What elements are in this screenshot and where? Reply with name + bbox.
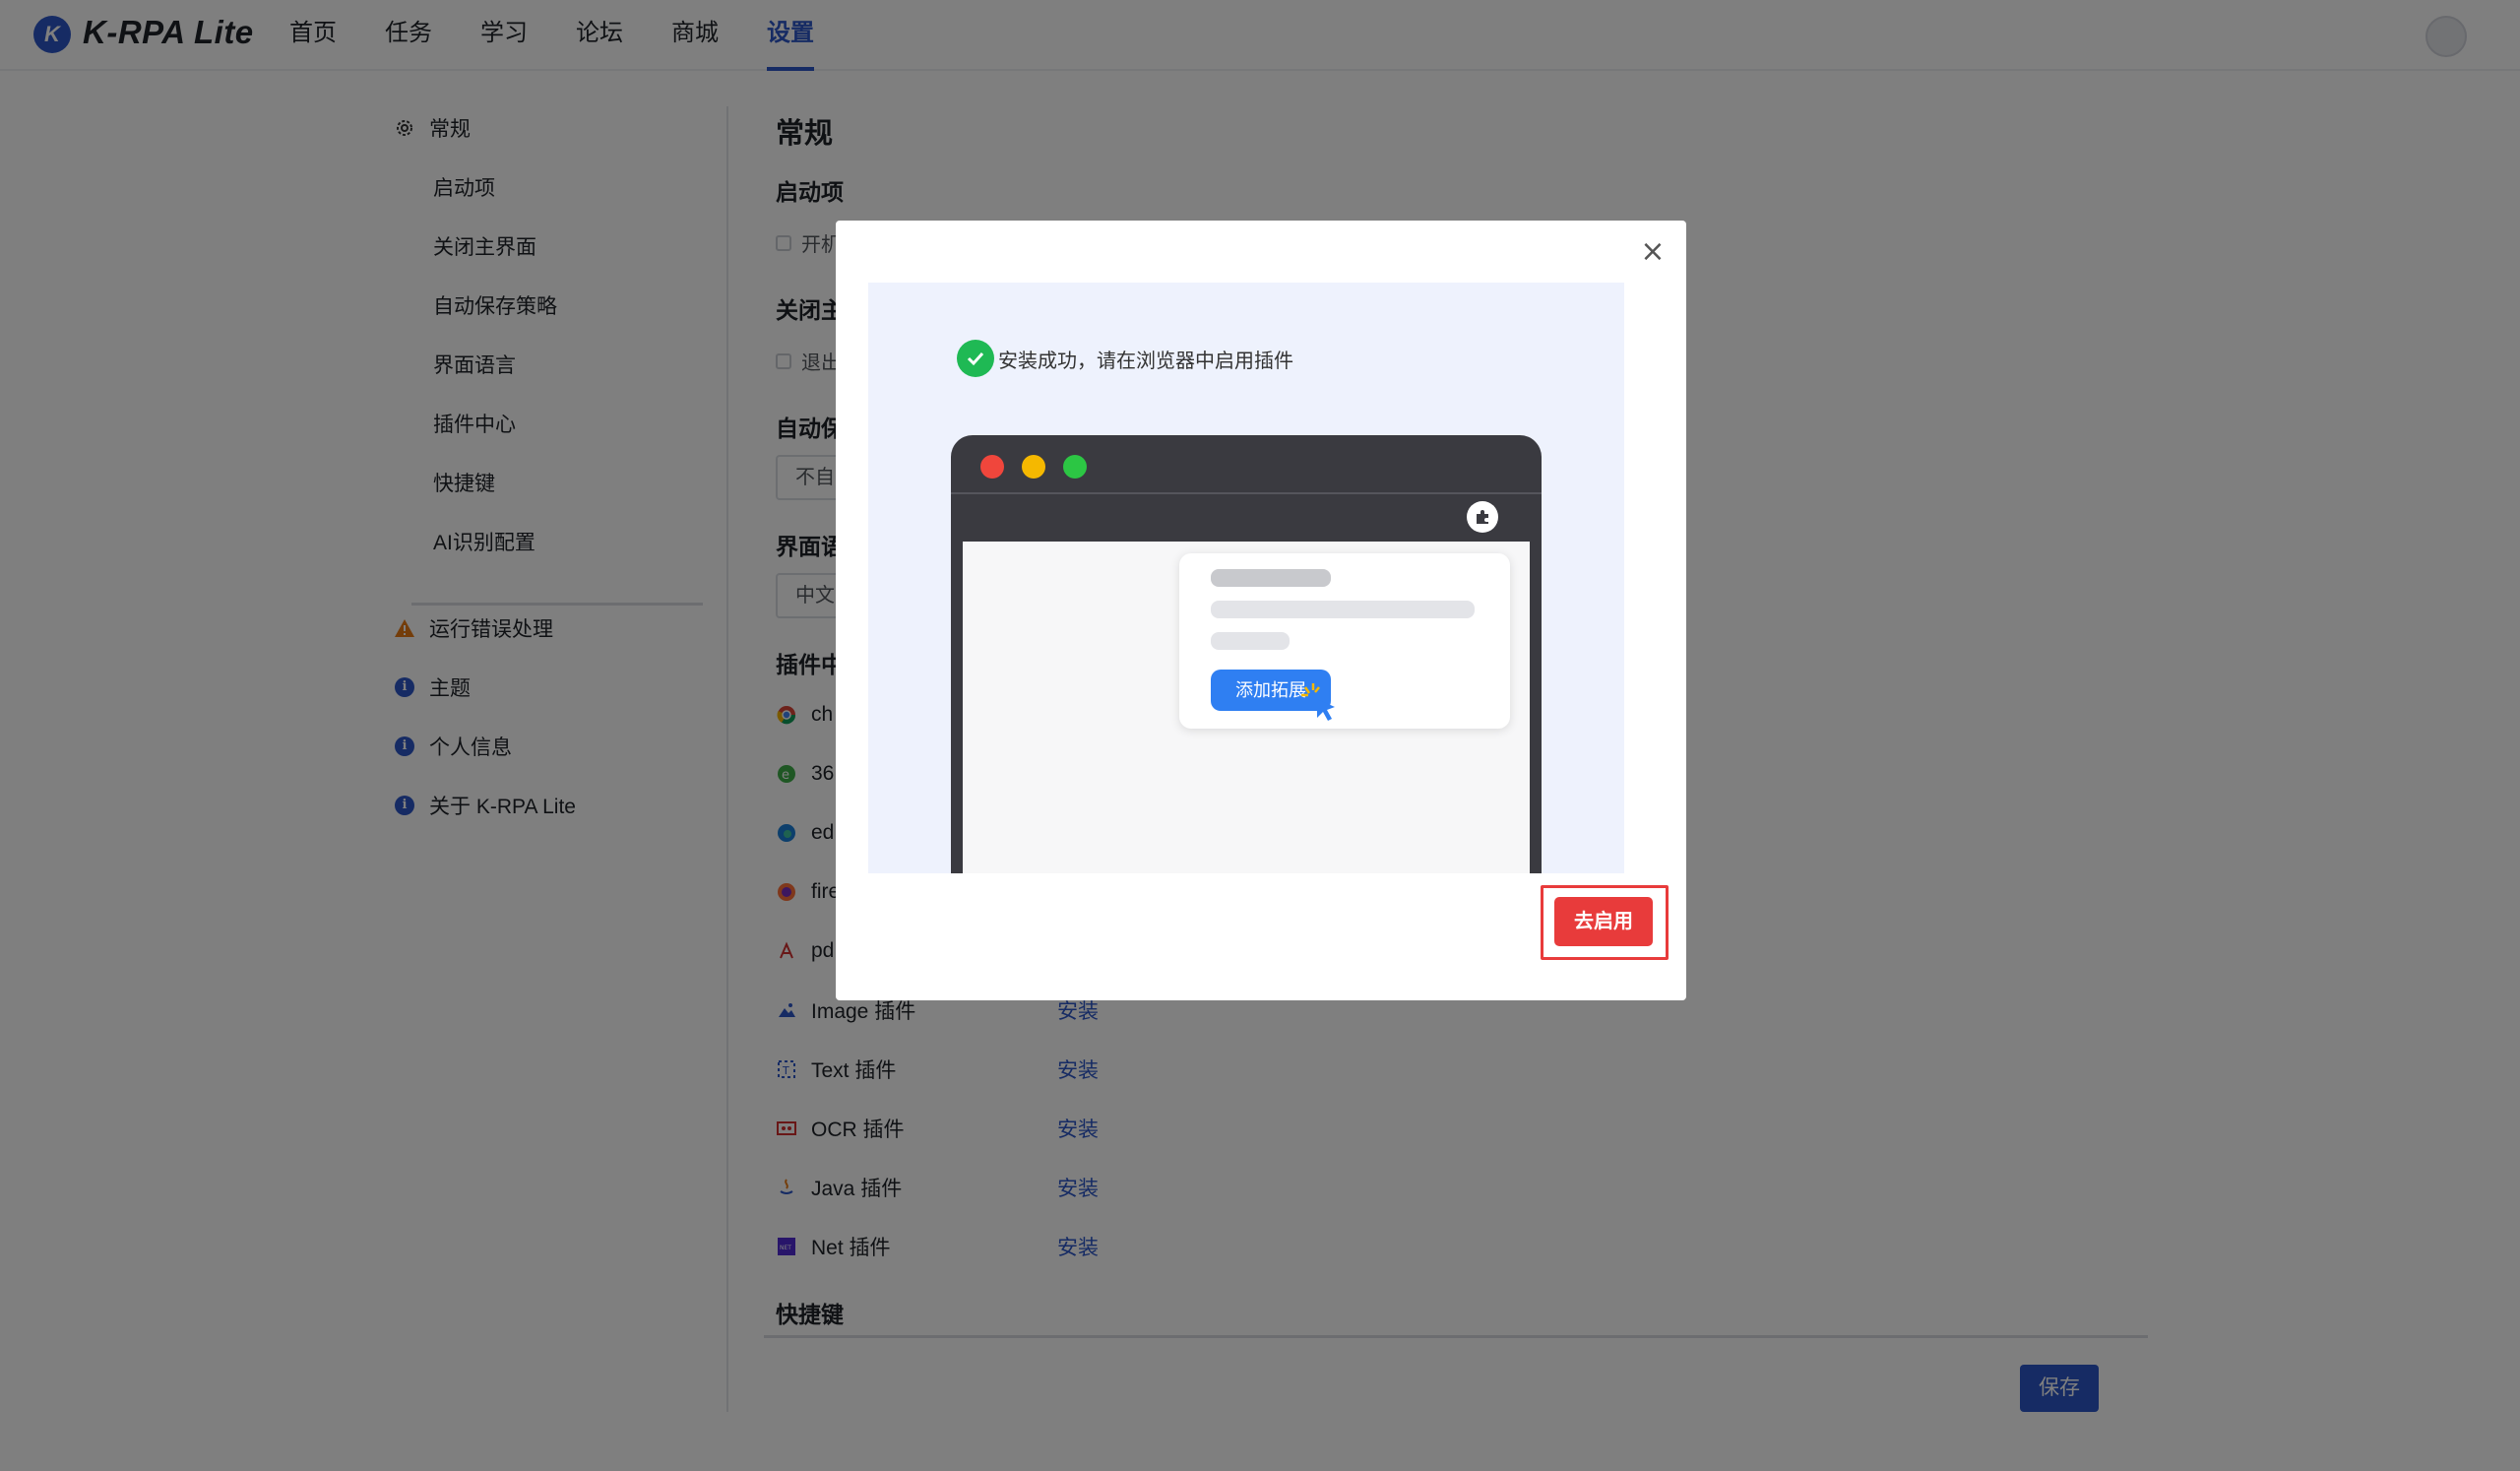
install-success-dialog: × 安装成功，请在浏览器中启用插件 添加拓展 去启用 [836, 221, 1686, 1000]
window-close-dot-icon [980, 455, 1004, 479]
browser-divider [951, 492, 1542, 494]
check-circle-icon [957, 340, 994, 377]
browser-content: 添加拓展 [963, 542, 1530, 873]
success-text: 安装成功，请在浏览器中启用插件 [998, 350, 1293, 372]
cursor-click-icon [1301, 683, 1335, 721]
window-maximize-dot-icon [1063, 455, 1087, 479]
puzzle-icon [1467, 501, 1498, 533]
close-icon[interactable]: × [1639, 237, 1667, 267]
skeleton-bar [1211, 569, 1331, 587]
enable-plugin-illustration: 安装成功，请在浏览器中启用插件 添加拓展 [868, 283, 1624, 873]
window-minimize-dot-icon [1022, 455, 1045, 479]
browser-mockup: 添加拓展 [951, 435, 1542, 873]
skeleton-bar [1211, 632, 1290, 650]
skeleton-bar [1211, 601, 1475, 618]
success-message: 安装成功，请在浏览器中启用插件 [957, 340, 1293, 377]
go-enable-button[interactable]: 去启用 [1554, 897, 1653, 946]
extension-popup: 添加拓展 [1179, 553, 1510, 729]
